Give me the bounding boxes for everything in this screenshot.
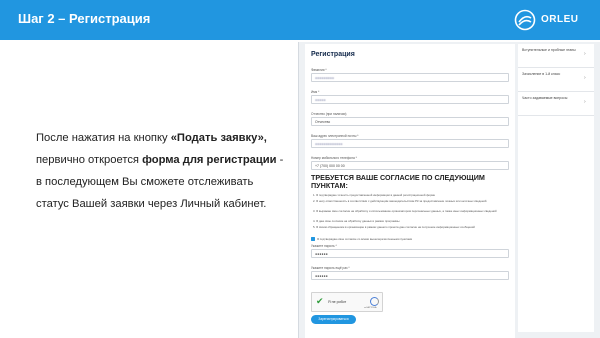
captcha-brand: reCAPTCHA — [364, 307, 377, 309]
field-label-name: Имя * — [311, 90, 320, 94]
sidebar-item-label: Зачисление в 1-й класс — [522, 72, 561, 76]
registration-form-highlight: форма для регистрации — [142, 154, 277, 166]
field-label-patronymic: Отчество (при наличии) — [311, 112, 347, 116]
submit-application-highlight: «Подать заявку», — [170, 132, 267, 144]
patronymic-value: Отчество — [315, 120, 331, 124]
consent-item-2: 2. Я несу ответственность в соответствии… — [313, 199, 487, 203]
password-input[interactable]: ●●●●●● — [311, 249, 509, 258]
password-confirm-value: ●●●●●● — [315, 274, 328, 278]
chevron-right-icon: › — [584, 51, 586, 57]
name-value: ●●●●● — [315, 98, 326, 102]
sidebar-item-enrollment[interactable]: Зачисление в 1-й класс › — [518, 68, 594, 92]
surname-input[interactable]: ●●●●●●●●● — [311, 73, 509, 82]
field-label-email: Ваш адрес электронной почты * — [311, 134, 359, 138]
slide-header: Шаг 2 – Регистрация ORLEU — [0, 0, 600, 40]
sidebar-item-entrance-stages[interactable]: Вступительные и пробные этапы › — [518, 44, 594, 68]
description-line-4: статус Вашей заявки через Личный кабинет… — [36, 198, 267, 210]
consent-item-1: 1. Я подтверждаю точность предоставленно… — [313, 193, 436, 197]
description-line-3: в последующем Вы сможете отслеживать — [36, 176, 254, 188]
sidebar-item-label: Вступительные и пробные этапы — [522, 48, 576, 52]
description-text: После нажатия на кнопку «Подать заявку»,… — [36, 127, 286, 215]
consent-item-5: 5. Я своим обращением в организацию в ра… — [313, 225, 475, 229]
recaptcha-logo-icon — [370, 297, 379, 306]
description-line-2: первично откроется форма для регистрации… — [36, 154, 284, 166]
patronymic-input[interactable]: Отчество — [311, 117, 509, 126]
captcha-check-icon: ✔ — [316, 296, 324, 306]
sidebar: Вступительные и пробные этапы › Зачислен… — [518, 44, 594, 332]
captcha-label: Я не робот — [328, 300, 347, 304]
consent-item-4: 4. Я даю свое согласие на обработку данн… — [313, 219, 400, 223]
field-label-surname: Фамилия * — [311, 68, 327, 72]
phone-value: +7 (700) 000 00 00 — [315, 164, 345, 168]
register-button[interactable]: Зарегистрироваться — [311, 315, 356, 324]
consent-checkbox-label: Я подтверждаю свое согласие со всеми выш… — [317, 237, 413, 241]
sidebar-item-label: Часто задаваемые вопросы — [522, 96, 568, 100]
password-confirm-input[interactable]: ●●●●●● — [311, 271, 509, 280]
logo-text: ORLEU — [541, 14, 579, 25]
email-value: ●●●●●●●●●●●●● — [315, 142, 343, 146]
surname-value: ●●●●●●●●● — [315, 76, 335, 80]
form-title: Регистрация — [311, 51, 355, 58]
slide-title: Шаг 2 – Регистрация — [18, 11, 151, 26]
sidebar-item-faq[interactable]: Часто задаваемые вопросы › — [518, 92, 594, 116]
phone-input[interactable]: +7 (700) 000 00 00 — [311, 161, 509, 170]
orleu-logo-icon — [514, 9, 536, 31]
chevron-right-icon: › — [584, 99, 586, 105]
orleu-logo: ORLEU — [514, 9, 594, 31]
recaptcha-widget[interactable]: ✔ Я не робот reCAPTCHA — [311, 292, 383, 312]
consent-checkbox[interactable] — [311, 237, 315, 241]
consent-item-3: 3. Я выражаю свое согласие на обработку … — [313, 209, 497, 213]
consent-heading: ТРЕБУЕТСЯ ВАШЕ СОГЛАСИЕ ПО СЛЕДУЮЩИМ ПУН… — [311, 173, 485, 190]
email-input[interactable]: ●●●●●●●●●●●●● — [311, 139, 509, 148]
description-line-1: После нажатия на кнопку «Подать заявку», — [36, 132, 267, 144]
registration-form: Регистрация Фамилия * ●●●●●●●●● Имя * ●●… — [305, 44, 515, 338]
chevron-right-icon: › — [584, 75, 586, 81]
name-input[interactable]: ●●●●● — [311, 95, 509, 104]
field-label-password-confirm: Укажите пароль ещё раз * — [311, 266, 350, 270]
field-label-password: Укажите пароль * — [311, 244, 337, 248]
field-label-phone: Номер мобильного телефона * — [311, 156, 357, 160]
password-value: ●●●●●● — [315, 252, 328, 256]
